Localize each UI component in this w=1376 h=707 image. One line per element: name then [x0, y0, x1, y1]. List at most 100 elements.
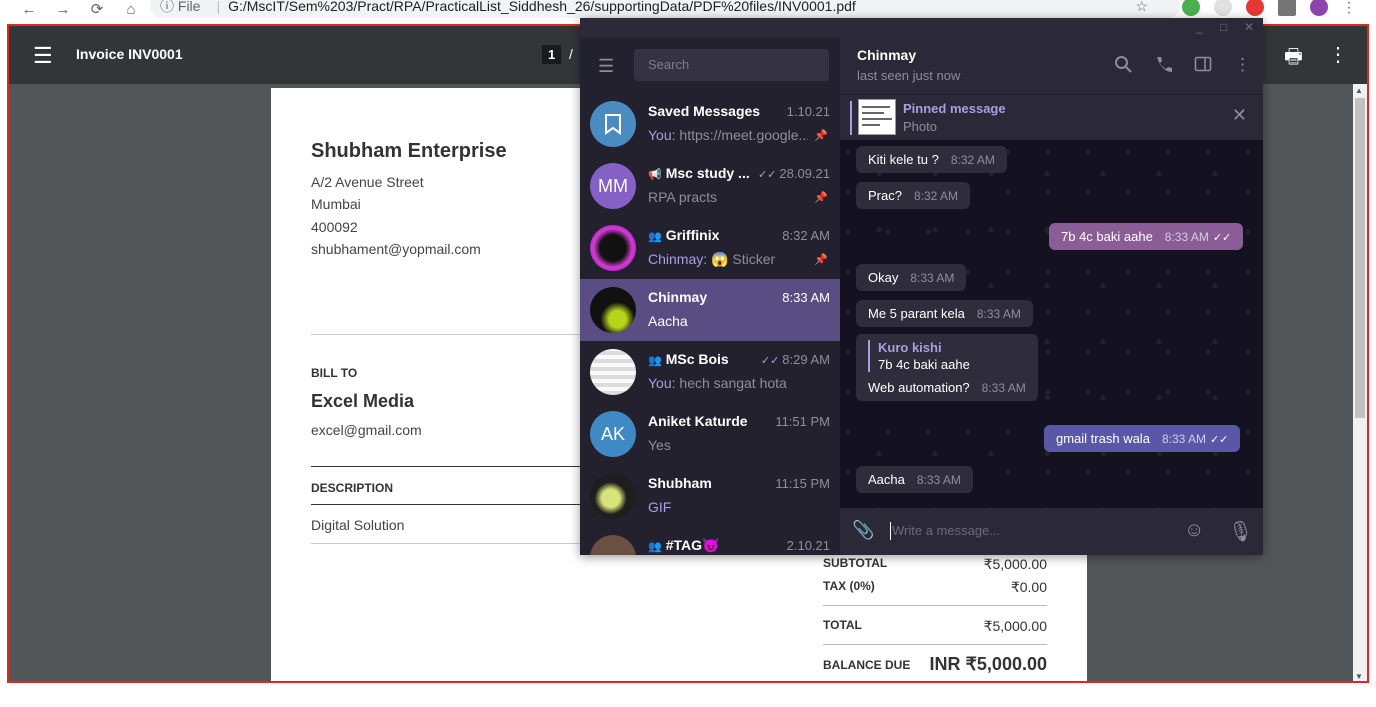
message-bubble[interactable]: 7b 4c baki aahe 8:33 AM ✓✓ — [1049, 223, 1244, 250]
chat-preview: Chinmay: 😱 Sticker — [648, 251, 775, 268]
phone-icon[interactable] — [1154, 55, 1172, 78]
balance-label: BALANCE DUE — [823, 657, 911, 672]
avatar — [590, 287, 636, 333]
message-text: Kiti kele tu ? — [868, 152, 939, 167]
browser-menu-icon[interactable]: ⋮ — [1342, 0, 1356, 16]
chat-time: 11:51 PM — [775, 414, 830, 429]
url-text[interactable]: G:/MscIT/Sem%203/Pract/RPA/PracticalList… — [228, 0, 856, 14]
emoji-icon[interactable]: ☺ — [1184, 519, 1204, 542]
total-value: ₹5,000.00 — [983, 618, 1047, 634]
chat-item[interactable]: 👥 Griffinix 8:32 AM Chinmay: 😱 Sticker 📌 — [580, 217, 840, 279]
message-time: 8:33 AM — [976, 307, 1021, 321]
pdf-scrollbar[interactable]: ▲ ▼ — [1353, 84, 1367, 681]
message-bubble[interactable]: Okay 8:33 AM — [856, 264, 967, 291]
scrollbar-thumb[interactable] — [1355, 98, 1365, 418]
chat-name: 👥 MSc Bois — [648, 351, 729, 367]
chat-preview: You: hech sangat hota — [648, 375, 787, 391]
search-input[interactable]: Search — [634, 49, 829, 81]
client-email: excel@gmail.com — [311, 422, 422, 438]
message-time: 8:33 AM — [916, 473, 961, 487]
chat-preview-text: https://meet.google... — [675, 127, 808, 143]
message-time: 8:33 AM — [1161, 432, 1206, 446]
pin-icon: 📌 — [814, 192, 828, 204]
divider — [311, 543, 611, 544]
attach-icon[interactable]: 📎 — [852, 520, 874, 541]
avatar — [590, 535, 636, 555]
message-bubble[interactable]: gmail trash wala 8:33 AM ✓✓ — [1044, 425, 1241, 452]
company-address-line: A/2 Avenue Street — [311, 174, 424, 190]
message-bubble[interactable]: Aacha 8:33 AM — [856, 466, 973, 493]
chat-item[interactable]: 👥 #TAG😈 2.10.21 — [580, 527, 840, 555]
chat-item[interactable]: Shubham 11:15 PM GIF — [580, 465, 840, 527]
client-name: Excel Media — [311, 391, 415, 411]
message-time: 8:33 AM — [981, 381, 1026, 395]
more-options-icon[interactable]: ⋮ — [1234, 55, 1251, 75]
pinned-message-bar[interactable]: Pinned message Photo ✕ — [840, 94, 1263, 140]
hamburger-menu-icon[interactable]: ☰ — [33, 43, 53, 69]
back-icon[interactable]: ← — [20, 1, 38, 18]
scroll-down-icon[interactable]: ▼ — [1355, 672, 1363, 681]
chat-item-active[interactable]: Chinmay 8:33 AM Aacha — [580, 279, 840, 341]
message-text: gmail trash wala — [1056, 431, 1150, 446]
window-titlebar: _ □ ✕ — [580, 18, 1263, 38]
contact-status: last seen just now — [857, 68, 961, 83]
text-cursor — [890, 522, 891, 540]
chat-name: Saved Messages — [648, 103, 761, 119]
message-bubble[interactable]: Prac? 8:32 AM — [856, 182, 970, 209]
print-icon[interactable]: 🖶 — [1284, 42, 1303, 76]
chat-sender: Chinmay: — [648, 251, 708, 267]
chat-preview: Aacha — [648, 313, 688, 329]
maximize-icon[interactable]: □ — [1220, 20, 1227, 34]
bookmark-star-icon[interactable]: ☆ — [1135, 0, 1148, 15]
chat-preview-text: 😱 Sticker — [707, 251, 776, 267]
telegram-window: _ □ ✕ ☰ Search Saved Messages 1.10.21 Yo… — [580, 18, 1263, 555]
adblock-icon[interactable] — [1246, 0, 1264, 16]
pin-icon: 📌 — [814, 254, 828, 266]
chat-sender: You: — [648, 127, 676, 143]
page-number-input[interactable]: 1 — [542, 45, 562, 64]
chat-time-text: 28.09.21 — [779, 166, 830, 181]
puzzle-icon[interactable] — [1278, 0, 1296, 16]
home-icon[interactable]: ⌂ — [122, 1, 140, 18]
conversation-header: Chinmay last seen just now ⋮ — [840, 38, 1263, 94]
scroll-up-icon[interactable]: ▲ — [1355, 86, 1363, 95]
minimize-icon[interactable]: _ — [1196, 20, 1203, 34]
close-icon[interactable]: ✕ — [1232, 105, 1247, 126]
forward-icon[interactable]: → — [54, 1, 72, 18]
message-input[interactable]: Write a message... — [892, 523, 1000, 538]
chat-item[interactable]: MM 📢 Msc study ... ✓✓ 28.09.21 RPA practs … — [580, 155, 840, 217]
chat-item[interactable]: 👥 MSc Bois ✓✓ 8:29 AM You: hech sangat hot… — [580, 341, 840, 403]
message-time: 8:33 AM — [1164, 230, 1209, 244]
chat-item[interactable]: Saved Messages 1.10.21 You: https://meet… — [580, 93, 840, 155]
chat-name: 📢 Msc study ... — [648, 165, 750, 181]
more-options-icon[interactable]: ⋮ — [1328, 42, 1348, 67]
chat-item[interactable]: AK Aniket Katurde 11:51 PM Yes — [580, 403, 840, 465]
microphone-icon[interactable]: 🎙 — [1228, 519, 1253, 544]
extension-icon[interactable] — [1182, 0, 1200, 16]
sidebar-toggle-icon[interactable] — [1194, 55, 1212, 78]
chat-time: ✓✓ 8:29 AM — [761, 352, 830, 367]
close-icon[interactable]: ✕ — [1244, 20, 1254, 34]
profile-avatar[interactable] — [1310, 0, 1328, 16]
message-area[interactable]: Kiti kele tu ? 8:32 AM Prac? 8:32 AM 7b 4c… — [840, 140, 1263, 508]
message-bubble-reply[interactable]: Kuro kishi 7b 4c baki aahe Web automatio… — [856, 334, 1038, 401]
chat-name: 👥 #TAG😈 — [648, 537, 719, 554]
search-icon[interactable] — [1114, 55, 1132, 78]
message-time: 8:32 AM — [913, 189, 958, 203]
message-composer: 📎 Write a message... ☺ 🎙 — [840, 508, 1263, 555]
company-city: Mumbai — [311, 196, 361, 212]
divider — [311, 466, 611, 467]
reply-quote[interactable]: Kuro kishi 7b 4c baki aahe — [868, 340, 1026, 372]
chat-preview: Yes — [648, 437, 671, 453]
pinned-subtitle: Photo — [903, 119, 937, 134]
site-info-icon[interactable]: ⓘ File — [160, 0, 200, 16]
extension-icon[interactable] — [1214, 0, 1232, 16]
chat-preview: GIF — [648, 499, 672, 515]
conversation-panel: Chinmay last seen just now ⋮ Pinned mess… — [840, 38, 1263, 555]
message-bubble[interactable]: Kiti kele tu ? 8:32 AM — [856, 146, 1007, 173]
contact-name[interactable]: Chinmay — [857, 47, 916, 63]
message-bubble[interactable]: Me 5 parant kela 8:33 AM — [856, 300, 1033, 327]
hamburger-menu-icon[interactable]: ☰ — [598, 56, 614, 77]
reload-icon[interactable]: ⟳ — [88, 0, 106, 18]
address-bar[interactable]: ⓘ File | G:/MscIT/Sem%203/Pract/RPA/Prac… — [150, 0, 1180, 18]
